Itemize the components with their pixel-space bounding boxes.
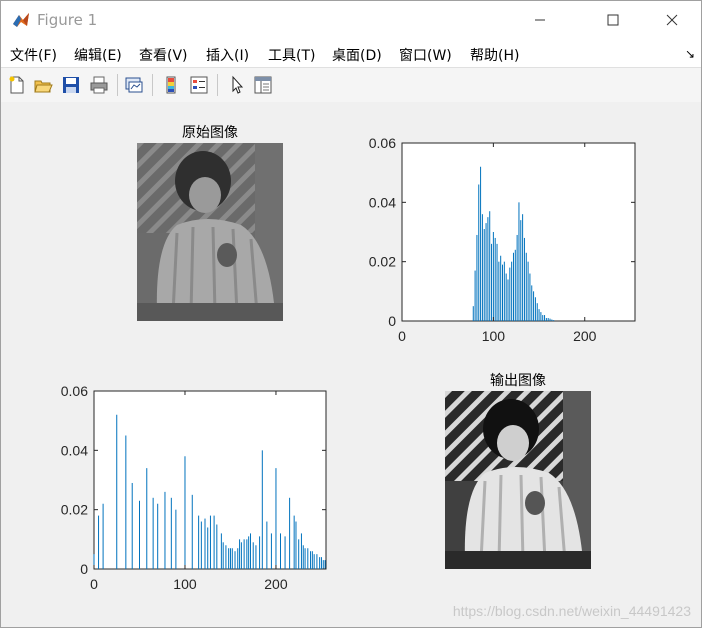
menu-tools[interactable]: 工具(T) bbox=[268, 45, 315, 65]
output-hist-xtick-label: 200 bbox=[264, 576, 288, 592]
pointer-icon bbox=[232, 75, 244, 94]
save-icon bbox=[63, 77, 79, 93]
menu-bar: 文件(F) 编辑(E) 查看(V) 插入(I) 工具(T) 桌面(D) 窗口(W… bbox=[1, 39, 701, 67]
output-hist-xtick-label: 0 bbox=[90, 576, 98, 592]
print-icon bbox=[90, 76, 108, 94]
output-hist-ytick-label: 0.06 bbox=[61, 383, 88, 399]
title-bar[interactable]: Figure 1 bbox=[1, 1, 701, 39]
property-editor-button[interactable] bbox=[251, 73, 275, 97]
menu-edit[interactable]: 编辑(E) bbox=[74, 45, 122, 65]
open-file-icon bbox=[34, 80, 53, 93]
legend-icon bbox=[190, 76, 208, 94]
maximize-icon bbox=[607, 14, 619, 26]
link-plot-button[interactable] bbox=[122, 73, 146, 97]
menu-help[interactable]: 帮助(H) bbox=[470, 45, 519, 65]
figure-window: Figure 1 文件(F) 编辑(E) 查看(V) 插入(I) 工具(T) 桌… bbox=[0, 0, 702, 628]
output-histogram: 0 0.02 0.04 0.06 0 100 200 bbox=[61, 383, 327, 592]
pointer-button[interactable] bbox=[225, 73, 249, 97]
colorbar-icon bbox=[166, 76, 176, 94]
toolbar-separator bbox=[117, 74, 118, 96]
new-figure-icon bbox=[9, 76, 24, 94]
save-button[interactable] bbox=[59, 73, 83, 97]
new-figure-button[interactable] bbox=[5, 73, 29, 97]
minimize-icon bbox=[535, 19, 545, 21]
menu-window[interactable]: 窗口(W) bbox=[399, 45, 452, 65]
figure-canvas[interactable]: 原始图像 输出图像 0 0.02 0.04 0.06 0 100 200 0 0… bbox=[1, 102, 701, 627]
property-editor-icon bbox=[254, 76, 272, 94]
dock-arrow-icon[interactable]: ↘ bbox=[685, 47, 695, 61]
colorbar-button[interactable] bbox=[159, 73, 183, 97]
matlab-logo-icon bbox=[13, 13, 29, 27]
toolbar bbox=[1, 67, 701, 103]
menu-desktop[interactable]: 桌面(D) bbox=[332, 45, 382, 65]
menu-file[interactable]: 文件(F) bbox=[10, 45, 57, 65]
menu-view[interactable]: 查看(V) bbox=[139, 45, 188, 65]
watermark: https://blog.csdn.net/weixin_44491423 bbox=[452, 603, 691, 619]
print-button[interactable] bbox=[87, 73, 111, 97]
window-title: Figure 1 bbox=[37, 11, 98, 29]
legend-button[interactable] bbox=[187, 73, 211, 97]
menu-insert[interactable]: 插入(I) bbox=[206, 45, 249, 65]
link-plot-icon bbox=[125, 77, 143, 93]
output-hist-xtick-label: 100 bbox=[173, 576, 197, 592]
open-file-button[interactable] bbox=[31, 73, 55, 97]
minimize-button[interactable] bbox=[517, 1, 563, 39]
output-hist-ytick-label: 0.02 bbox=[61, 502, 88, 518]
toolbar-separator bbox=[217, 74, 218, 96]
close-button[interactable] bbox=[649, 1, 695, 39]
output-hist-ytick-label: 0.04 bbox=[61, 442, 88, 458]
close-icon bbox=[666, 14, 678, 26]
maximize-button[interactable] bbox=[590, 1, 636, 39]
output-hist-ytick-label: 0 bbox=[80, 561, 88, 577]
toolbar-separator bbox=[152, 74, 153, 96]
